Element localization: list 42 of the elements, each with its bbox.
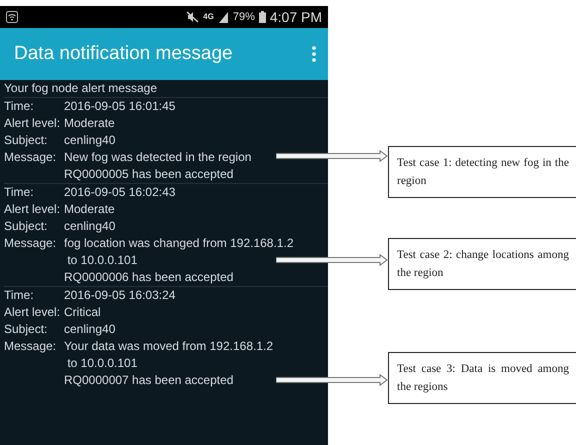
field-label: Message:	[4, 149, 58, 166]
field-label: Subject:	[4, 218, 48, 235]
field-value: to 10.0.0.101	[66, 355, 138, 372]
field-value: Critical	[64, 304, 101, 321]
field-label: Time:	[4, 287, 35, 304]
field-value: RQ0000005 has been accepted	[64, 166, 234, 183]
field-value: cenling40	[64, 321, 116, 338]
field-value: Your data was moved from 192.168.1.2	[64, 338, 274, 355]
signal-icon	[218, 11, 229, 23]
annotation-note: Test case 3: Data is moved among the regions	[388, 352, 576, 404]
field-label: Time:	[4, 98, 35, 115]
wifi-icon	[6, 11, 18, 23]
menu-icon[interactable]	[312, 46, 316, 62]
field-label: Message:	[4, 338, 58, 355]
field-label: Subject:	[4, 132, 48, 149]
field-label: Alert level:	[4, 115, 62, 132]
field-value: 2016-09-05 16:02:43	[64, 184, 176, 201]
annotation-note: Test case 2: change locations among the region	[388, 238, 576, 290]
field-label: Time:	[4, 184, 35, 201]
field-value: cenling40	[64, 218, 116, 235]
battery-percent: 79%	[232, 11, 255, 23]
field-value: RQ0000006 has been accepted	[64, 269, 234, 286]
field-value: 2016-09-05 16:01:45	[64, 98, 176, 115]
field-value: Moderate	[64, 115, 115, 132]
field-value: cenling40	[64, 132, 116, 149]
field-label: Alert level:	[4, 304, 62, 321]
clock-time: 4:07 PM	[270, 9, 322, 25]
mute-icon	[186, 11, 200, 23]
field-label: Subject:	[4, 321, 48, 338]
field-value: Moderate	[64, 201, 115, 218]
field-value: RQ0000007 has been accepted	[64, 372, 234, 389]
field-value: fog location was changed from 192.168.1.2	[64, 235, 294, 252]
list-heading: Your fog node alert message	[4, 80, 158, 97]
annotation-note: Test case 1: detecting new fog in the region	[388, 146, 576, 198]
network-type: 4G	[203, 13, 214, 21]
field-label: Alert level:	[4, 201, 62, 218]
app-bar-title: Data notification message	[14, 43, 234, 65]
field-value: New fog was detected in the region	[64, 149, 252, 166]
field-value: 2016-09-05 16:03:24	[64, 287, 176, 304]
battery-icon	[258, 11, 266, 23]
field-label: Message:	[4, 235, 58, 252]
field-value: to 10.0.0.101	[66, 252, 138, 269]
